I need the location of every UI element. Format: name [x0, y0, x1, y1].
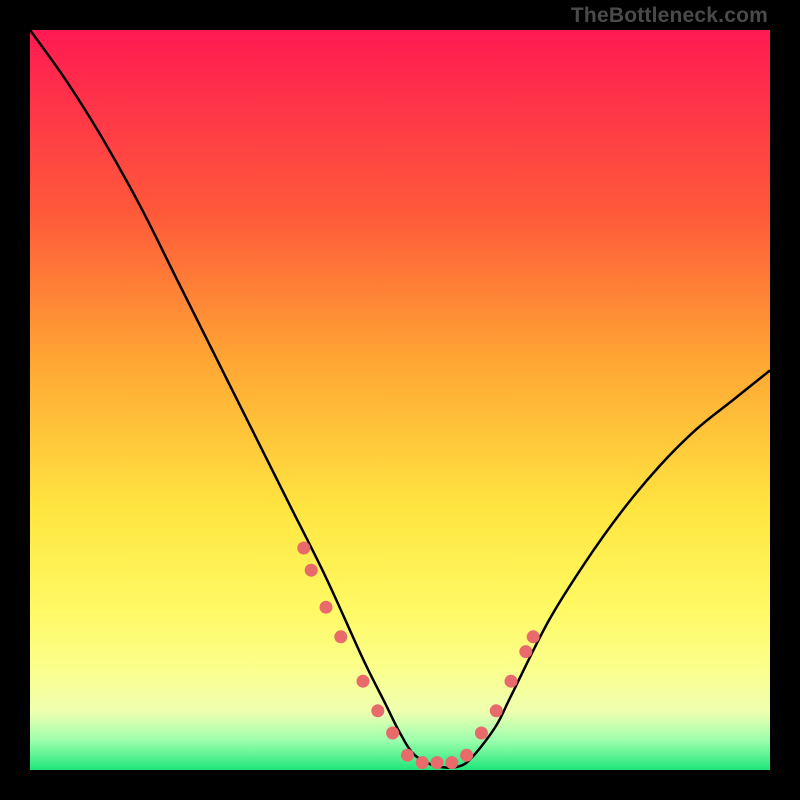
highlight-dot — [297, 542, 310, 555]
watermark-text: TheBottleneck.com — [571, 4, 768, 28]
chart-svg — [30, 30, 770, 770]
highlight-dot — [490, 704, 503, 717]
highlight-dot — [401, 749, 414, 762]
highlight-dot — [431, 756, 444, 769]
highlight-dot — [416, 756, 429, 769]
highlight-dot — [320, 601, 333, 614]
highlight-dot — [460, 749, 473, 762]
highlight-dot — [505, 675, 518, 688]
highlight-dot — [305, 564, 318, 577]
highlight-dot — [334, 630, 347, 643]
bottleneck-curve — [30, 30, 770, 768]
highlight-dot — [527, 630, 540, 643]
plot-area — [30, 30, 770, 770]
highlight-dot — [519, 645, 532, 658]
highlight-dot — [445, 756, 458, 769]
highlight-dot — [357, 675, 370, 688]
highlight-dot — [475, 727, 488, 740]
chart-frame: TheBottleneck.com — [0, 0, 800, 800]
highlight-dot — [386, 727, 399, 740]
highlight-dot — [371, 704, 384, 717]
